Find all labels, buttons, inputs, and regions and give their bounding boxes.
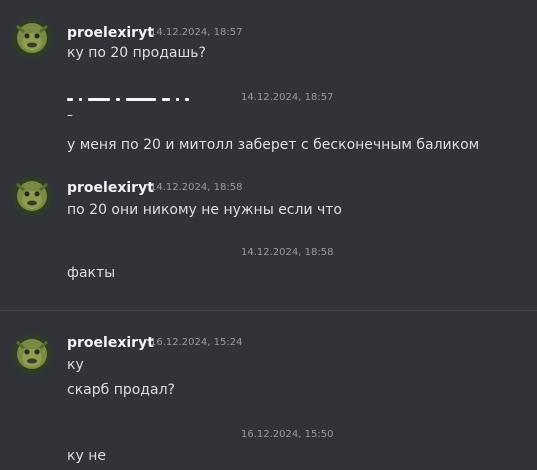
message-timestamp[interactable]: 14.12.2024, 18:58: [150, 181, 242, 195]
user-avatar-icon[interactable]: [12, 176, 52, 216]
message-timestamp[interactable]: 16.12.2024, 15:50: [241, 428, 333, 442]
message-timestamp[interactable]: 14.12.2024, 18:57: [150, 26, 242, 40]
message-author[interactable]: proelexiryt: [67, 24, 154, 42]
message-text: у меня по 20 и митолл заберет с бесконеч…: [67, 137, 480, 153]
obscured-author-name: [67, 97, 237, 101]
user-avatar-icon[interactable]: [12, 334, 52, 374]
message-timestamp[interactable]: 14.12.2024, 18:57: [241, 91, 333, 105]
message-author[interactable]: proelexiryt: [67, 179, 154, 197]
chat-messages: proelexiryt 14.12.2024, 18:57 ку по 20 п…: [0, 0, 537, 470]
message-text: по 20 они никому не нужны если что: [67, 202, 342, 218]
message-text: ку по 20 продашь?: [67, 45, 206, 61]
message-timestamp[interactable]: 16.12.2024, 15:24: [150, 336, 242, 350]
author-marker: –: [67, 108, 73, 122]
user-avatar-icon[interactable]: [12, 18, 52, 58]
message-divider: [0, 310, 537, 311]
message-author[interactable]: proelexiryt: [67, 334, 154, 352]
message-text: скарб продал?: [67, 382, 175, 398]
message-text: ку: [67, 357, 84, 373]
message-timestamp[interactable]: 14.12.2024, 18:58: [241, 246, 333, 260]
message-text: факты: [67, 265, 116, 281]
message-text: ку не: [67, 448, 106, 464]
